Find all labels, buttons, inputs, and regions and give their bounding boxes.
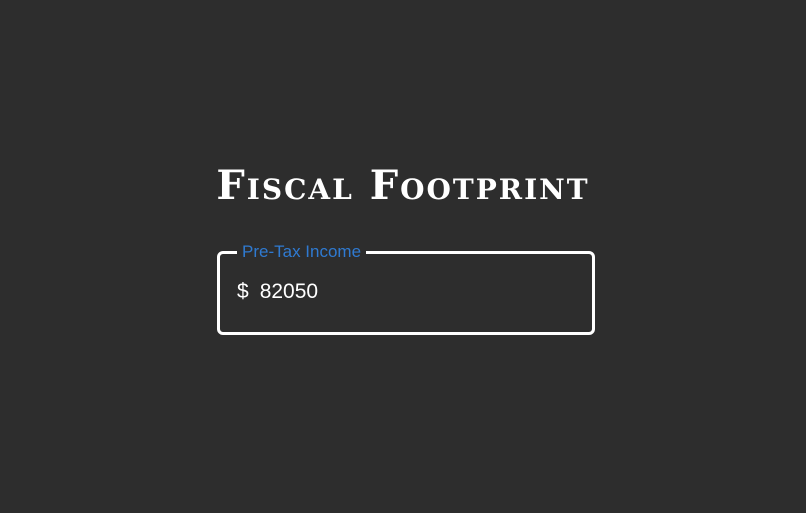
currency-symbol: $ bbox=[237, 280, 249, 303]
app-title: Fiscal Footprint bbox=[216, 162, 590, 209]
input-row: $ bbox=[237, 262, 575, 322]
pre-tax-income-input[interactable] bbox=[259, 280, 575, 304]
pre-tax-income-label: Pre-Tax Income bbox=[242, 242, 362, 261]
pre-tax-income-field[interactable]: Pre-Tax Income $ bbox=[217, 243, 595, 335]
